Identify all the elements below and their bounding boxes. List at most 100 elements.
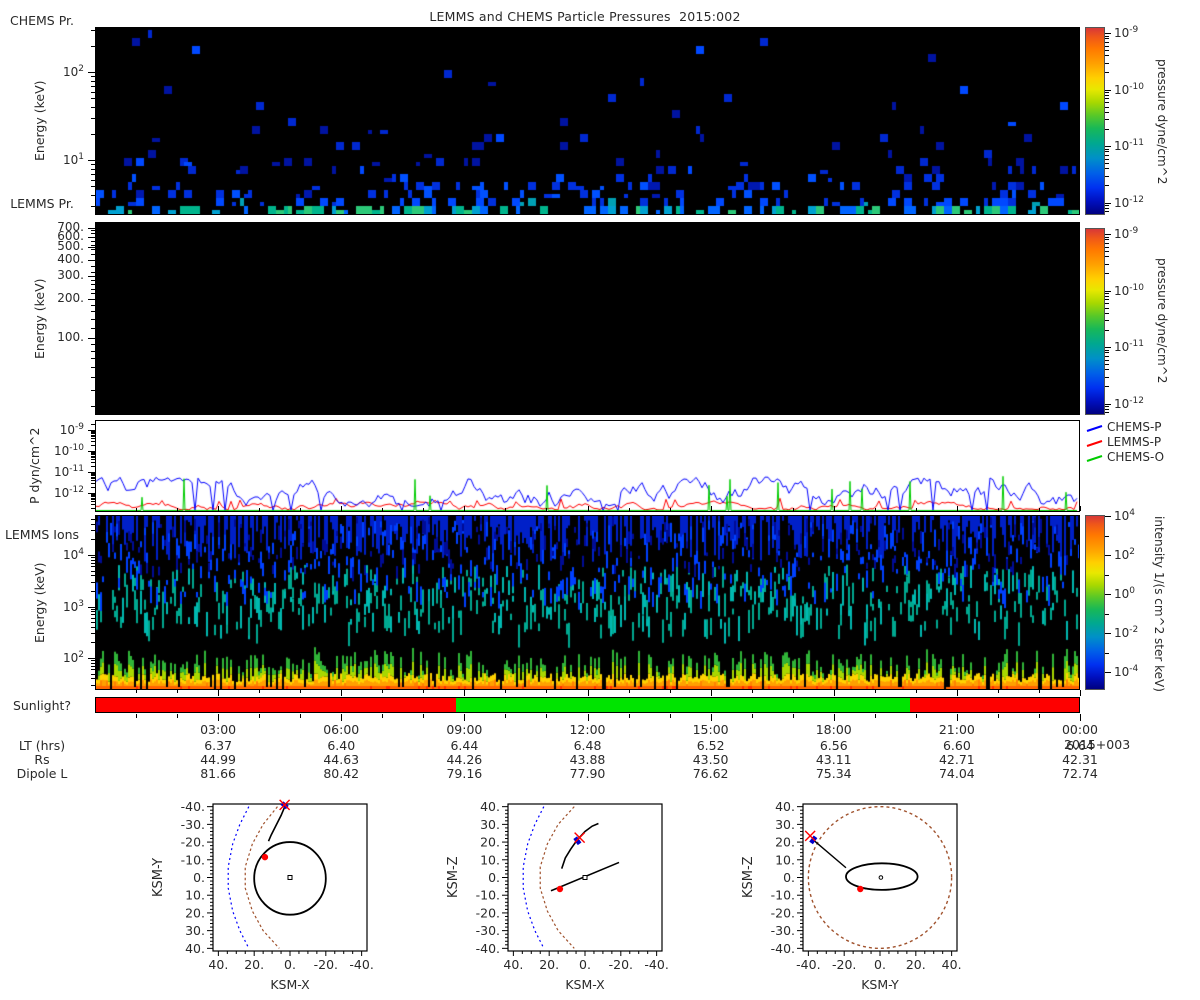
- colorbar-pressure-2: [1085, 228, 1105, 415]
- pressure-lineplot-canvas: [96, 421, 1079, 511]
- tick: [669, 690, 671, 693]
- orbit-y-tick-label: 10.: [185, 888, 205, 903]
- tick: [1105, 175, 1109, 177]
- tick: [91, 433, 95, 435]
- tick: [1105, 185, 1109, 187]
- tick: [259, 508, 261, 511]
- orbit-y-tick-label: -40.: [181, 799, 205, 814]
- tick: [1080, 714, 1081, 721]
- tick: [91, 669, 95, 671]
- tick: [91, 495, 95, 497]
- tick: [1105, 236, 1109, 238]
- tick: [90, 430, 95, 431]
- eph-value: 42.71: [938, 752, 975, 767]
- orbit-plot-ksmz-vs-ksmx: 40. 30. 20. 10. 0. -10. -20. -30. -40. 40. 20. 0. -2…: [460, 796, 674, 984]
- tick: [1105, 89, 1111, 91]
- tick: [91, 617, 95, 619]
- tick: [915, 508, 917, 511]
- tick: [669, 508, 671, 511]
- orbit-y-tick-label: 30.: [185, 923, 205, 938]
- tick: [1105, 633, 1111, 634]
- tick: [91, 366, 95, 368]
- tick: [1105, 205, 1109, 207]
- time-tick-label: 21:00: [938, 722, 975, 737]
- tick: [177, 508, 179, 511]
- tick: [91, 493, 95, 495]
- tick: [91, 358, 95, 360]
- tick: [91, 678, 95, 680]
- tick: [792, 714, 794, 718]
- tick: [91, 254, 95, 256]
- eph-value: 75.34: [815, 766, 852, 781]
- tick: [833, 690, 835, 696]
- tick: [300, 508, 302, 511]
- orbit-y-tick-label: -20.: [181, 835, 205, 850]
- eph-value: 43.50: [692, 752, 729, 767]
- tick: [710, 506, 712, 511]
- eph-value: 81.66: [200, 766, 237, 781]
- colorbar-tick-label: 10-10: [1114, 81, 1144, 97]
- tick: [91, 195, 95, 197]
- tick: [1105, 320, 1109, 322]
- tick: [505, 714, 507, 718]
- ylabel-chems: Energy (keV): [32, 80, 47, 162]
- eph-value: 44.26: [446, 752, 483, 767]
- line-legend: CHEMS-P LEMMS-P CHEMS-O: [1086, 420, 1196, 465]
- tick: [1105, 256, 1109, 258]
- tick: [91, 566, 95, 568]
- tick: [997, 690, 999, 693]
- ions-spectrogram-canvas: [96, 516, 1079, 689]
- tick: [1105, 202, 1111, 204]
- orbit-y-tick-label: 40.: [480, 799, 500, 814]
- tick: [1105, 158, 1109, 160]
- tick: [90, 72, 95, 73]
- tick: [1105, 45, 1109, 47]
- tick: [1105, 50, 1109, 51]
- tick: [341, 714, 343, 721]
- tick: [1105, 251, 1109, 252]
- y-tick-label: 102: [62, 64, 84, 79]
- tick: [91, 499, 95, 501]
- sunlight-segment-yes: [456, 698, 910, 712]
- tick: [91, 107, 95, 109]
- tick: [91, 186, 95, 188]
- legend-entry: LEMMS-P: [1086, 435, 1196, 450]
- orbit-x-tick-label: -40.: [796, 957, 820, 972]
- tick: [1080, 506, 1081, 511]
- tick: [91, 457, 95, 459]
- tick: [1105, 613, 1109, 615]
- tick: [91, 240, 95, 242]
- y-tick-label: 101: [62, 152, 84, 167]
- tick: [1105, 148, 1109, 150]
- sunlight-segment-no: [909, 698, 1079, 712]
- colorbar-tick-label: 10-12: [1114, 395, 1144, 411]
- tick: [1105, 349, 1109, 351]
- tick: [1105, 98, 1109, 100]
- spacecraft-dot: [857, 885, 864, 893]
- tick: [1105, 299, 1109, 301]
- tick: [88, 338, 95, 339]
- spectrogram-chems-pressure: [95, 27, 1080, 215]
- tick: [91, 454, 95, 456]
- tick: [382, 508, 384, 511]
- time-tick-label: 15:00: [692, 722, 729, 737]
- tick: [1105, 312, 1109, 314]
- tick: [1105, 38, 1109, 40]
- colorbar-tick-label: 10-10: [1114, 282, 1144, 298]
- orbit-x-tick-label: 0.: [284, 957, 296, 972]
- tick: [874, 508, 876, 511]
- saturn-marker: [878, 875, 884, 880]
- tick: [1038, 690, 1040, 693]
- orbit2-ylabel: KSM-Z: [741, 856, 756, 899]
- tick: [91, 472, 95, 474]
- tick: [382, 714, 384, 718]
- orbit0-ylabel: KSM-Y: [151, 857, 166, 898]
- tick: [956, 690, 958, 696]
- eph-value: 6.60: [942, 738, 971, 753]
- tick: [259, 714, 261, 718]
- tick: [1105, 555, 1111, 556]
- orbit-y-tick-label: 0.: [193, 870, 205, 885]
- tick: [91, 559, 95, 561]
- tick: [300, 714, 302, 718]
- colorbar-tick-label: 100: [1114, 586, 1136, 601]
